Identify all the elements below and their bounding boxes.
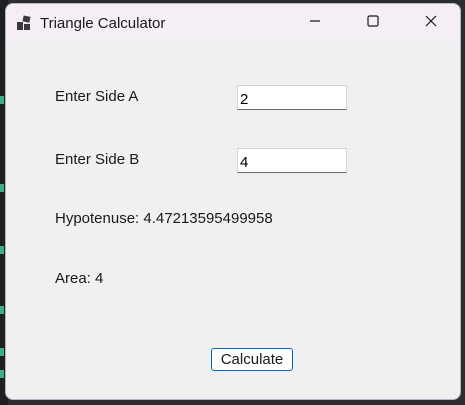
background-mark bbox=[0, 96, 4, 104]
side-b-input[interactable] bbox=[237, 148, 347, 173]
area-result: Area: 4 bbox=[55, 270, 104, 287]
minimize-button[interactable] bbox=[292, 4, 338, 42]
app-window: Triangle Calculator Enter Side A Enter S… bbox=[5, 3, 461, 400]
background-mark bbox=[0, 306, 4, 314]
maximize-icon bbox=[367, 14, 379, 32]
app-icon bbox=[16, 15, 32, 31]
background-mark bbox=[0, 184, 4, 192]
hypotenuse-result: Hypotenuse: 4.47213595499958 bbox=[55, 210, 273, 227]
minimize-icon bbox=[309, 14, 321, 32]
background-mark bbox=[0, 246, 4, 254]
maximize-button[interactable] bbox=[350, 4, 396, 42]
window-title: Triangle Calculator bbox=[40, 15, 166, 32]
background-mark bbox=[0, 348, 4, 356]
background-mark bbox=[0, 370, 4, 378]
side-b-label: Enter Side B bbox=[55, 151, 140, 168]
close-icon bbox=[425, 14, 437, 32]
side-a-input[interactable] bbox=[237, 85, 347, 110]
side-a-label: Enter Side A bbox=[55, 88, 139, 105]
close-button[interactable] bbox=[408, 4, 454, 42]
title-bar[interactable]: Triangle Calculator bbox=[6, 4, 460, 42]
calculate-button[interactable]: Calculate bbox=[211, 348, 293, 371]
